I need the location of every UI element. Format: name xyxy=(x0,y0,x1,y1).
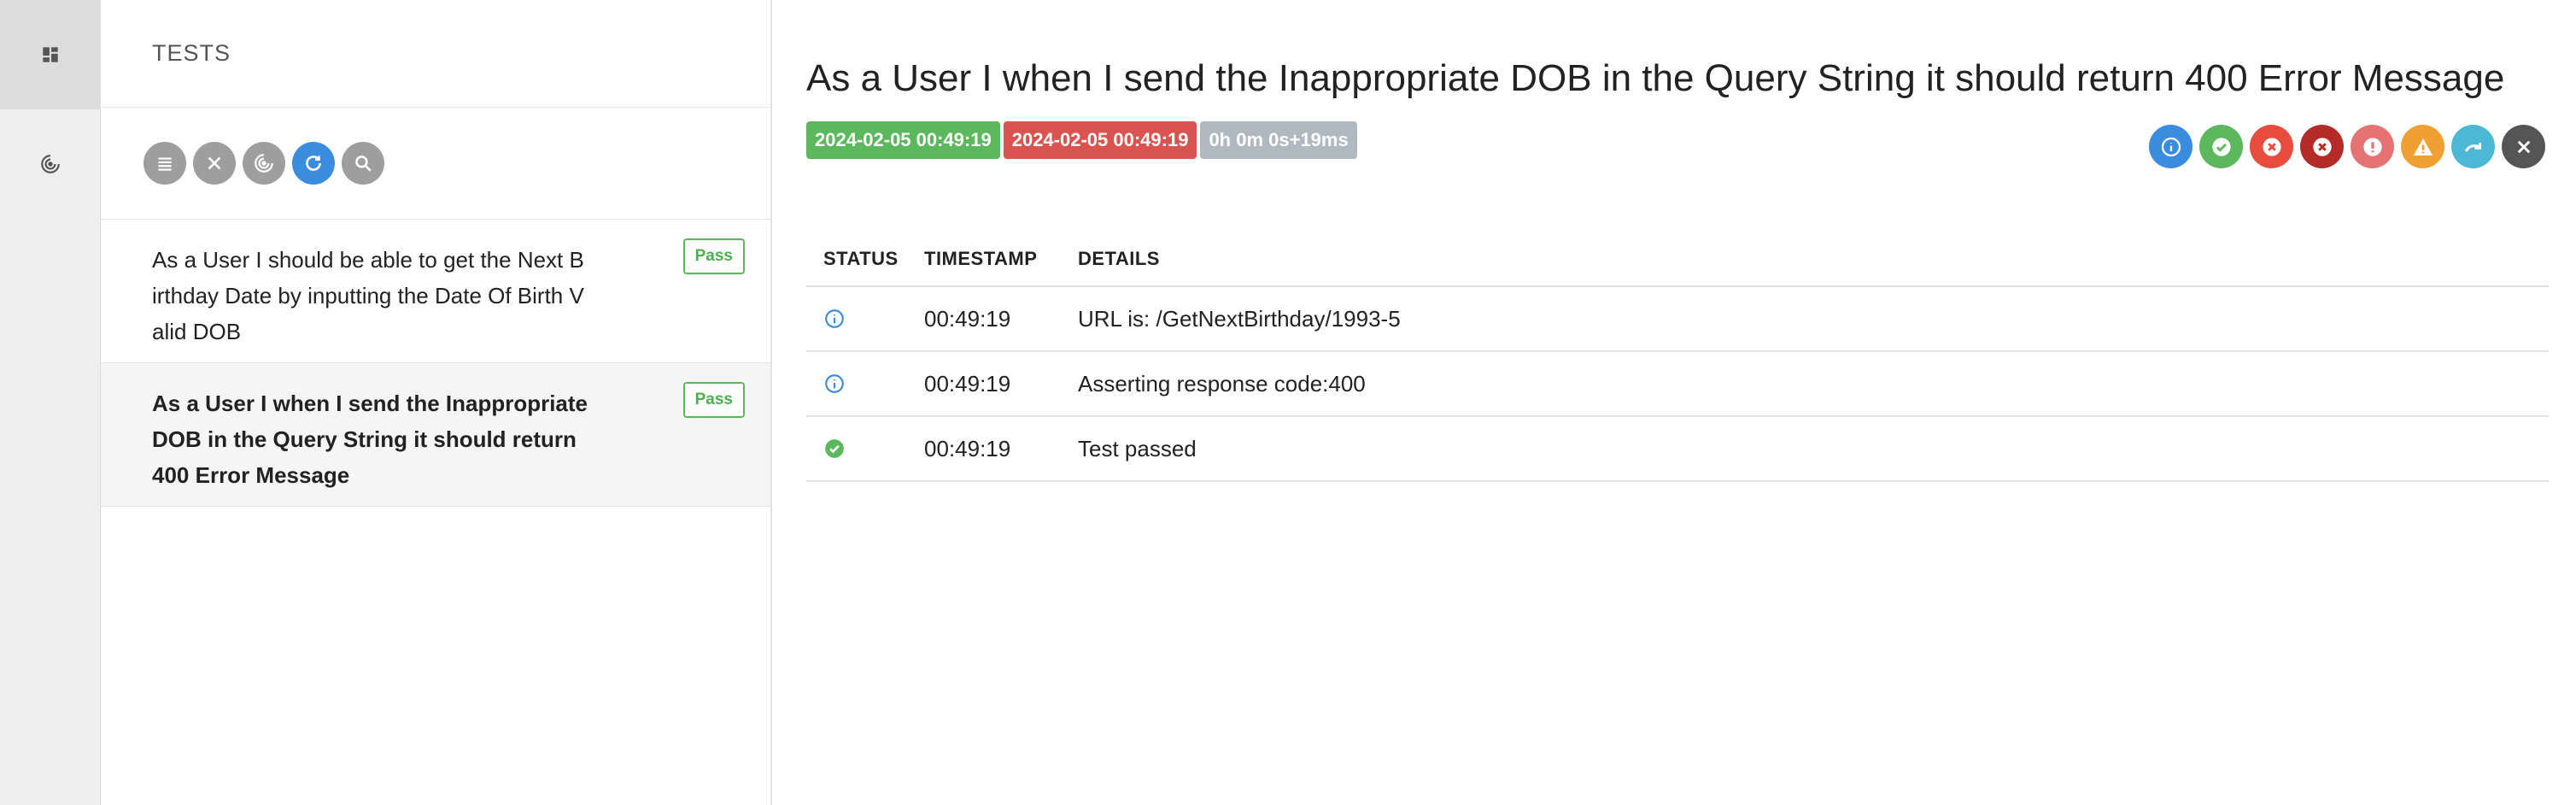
nav-rail xyxy=(0,0,101,805)
search-icon xyxy=(355,156,372,172)
table-row: 00:49:19 Test passed xyxy=(806,416,2549,482)
search-button[interactable] xyxy=(342,142,384,185)
row-details: Asserting response code:400 xyxy=(1061,351,2549,417)
menu-icon xyxy=(158,157,172,171)
info-icon xyxy=(825,374,844,393)
x-circle-icon xyxy=(2262,137,2281,156)
clear-filter-button[interactable] xyxy=(193,142,236,185)
row-status xyxy=(806,351,907,417)
log-table: STATUS TIMESTAMP DETAILS 00:49:19 URL is… xyxy=(806,248,2549,482)
clear-filter-button[interactable] xyxy=(2502,125,2545,168)
status-filter-button[interactable] xyxy=(143,142,186,185)
test-list-title: TESTS xyxy=(152,40,231,66)
check-circle-icon xyxy=(2211,137,2231,156)
row-details: Test passed xyxy=(1061,416,2549,482)
radar-icon xyxy=(41,155,60,173)
status-badge: Pass xyxy=(682,238,745,274)
start-time-badge: 2024-02-05 00:49:19 xyxy=(806,121,1000,159)
refresh-button[interactable] xyxy=(292,142,335,185)
test-name: As a User I should be able to get the Ne… xyxy=(152,247,584,344)
test-meta: 2024-02-05 00:49:19 2024-02-05 00:49:19 0h… xyxy=(806,121,2545,168)
category-filter-button[interactable] xyxy=(243,142,285,185)
fail-filter-button[interactable] xyxy=(2250,125,2293,168)
log-table-header: STATUS TIMESTAMP DETAILS xyxy=(806,248,2549,287)
nav-tests[interactable] xyxy=(0,109,101,219)
end-time-badge: 2024-02-05 00:49:19 xyxy=(1003,121,1197,159)
warning-filter-button[interactable] xyxy=(2401,125,2444,168)
info-icon xyxy=(825,309,844,328)
row-timestamp: 00:49:19 xyxy=(907,286,1061,352)
x-circle-icon xyxy=(2312,137,2332,156)
test-name: As a User I when I send the Inappropriat… xyxy=(152,391,588,488)
dashboard-icon xyxy=(43,47,58,62)
test-list-panel: TESTS As a User I should be able to get … xyxy=(101,0,772,805)
row-status xyxy=(806,416,907,482)
test-list-header: TESTS xyxy=(101,0,770,108)
info-icon xyxy=(2161,137,2181,156)
row-timestamp: 00:49:19 xyxy=(907,416,1061,482)
check-circle-icon xyxy=(825,439,844,458)
warning-icon xyxy=(2413,138,2433,156)
info-filter-button[interactable] xyxy=(2149,125,2193,168)
duration-badge: 0h 0m 0s+19ms xyxy=(1200,121,1357,159)
test-title: As a User I when I send the Inappropriat… xyxy=(806,57,2505,99)
test-list-item[interactable]: As a User I when I send the Inappropriat… xyxy=(101,363,770,507)
log-status-filters xyxy=(2149,125,2545,168)
details-column-header: DETAILS xyxy=(1061,248,2549,287)
status-badge: Pass xyxy=(682,382,745,418)
close-icon xyxy=(208,156,221,170)
test-detail-panel: As a User I when I send the Inappropriat… xyxy=(774,0,2576,805)
pass-filter-button[interactable] xyxy=(2199,125,2243,168)
fatal-filter-button[interactable] xyxy=(2300,125,2344,168)
row-details: URL is: /GetNextBirthday/1993-5 xyxy=(1061,286,2549,352)
exclamation-circle-icon xyxy=(2362,137,2382,156)
table-row: 00:49:19 URL is: /GetNextBirthday/1993-5 xyxy=(806,286,2549,352)
nav-dashboard[interactable] xyxy=(0,0,101,109)
row-status xyxy=(806,286,907,352)
status-column-header: STATUS xyxy=(806,248,907,287)
test-list-item[interactable]: As a User I should be able to get the Ne… xyxy=(101,220,770,363)
refresh-icon xyxy=(306,156,321,171)
row-timestamp: 00:49:19 xyxy=(907,351,1061,417)
table-row: 00:49:19 Asserting response code:400 xyxy=(806,351,2549,417)
skip-filter-button[interactable] xyxy=(2451,125,2495,168)
timestamp-column-header: TIMESTAMP xyxy=(907,248,1061,287)
radar-icon xyxy=(255,154,273,173)
close-icon xyxy=(2517,140,2530,153)
skip-icon xyxy=(2464,142,2481,152)
error-filter-button[interactable] xyxy=(2351,125,2394,168)
test-toolbar xyxy=(101,108,770,220)
